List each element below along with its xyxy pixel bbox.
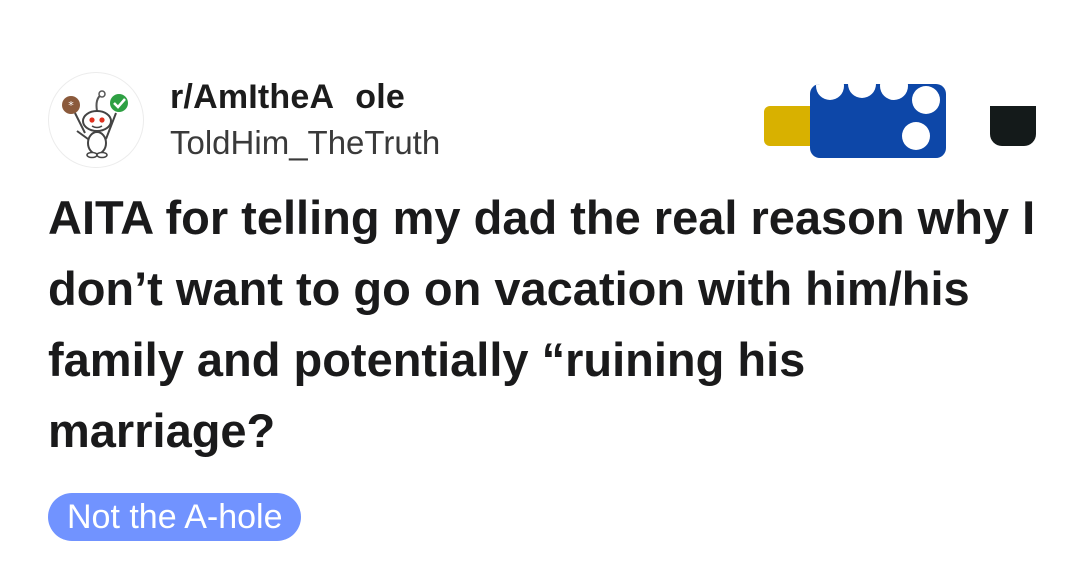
reddit-post-card: * r/AmItheA ole ToldHim_TheTruth AITA fo… [0,0,1080,562]
svg-text:*: * [68,99,74,112]
post-flair-badge: Not the A-hole [48,493,302,541]
blue-award-icon [810,84,946,158]
post-author[interactable]: ToldHim_TheTruth [170,124,440,162]
post-title[interactable]: AITA for telling my dad the real reason … [48,182,1038,466]
reddit-snoo-avatar-icon: * [62,90,128,159]
awards-row[interactable] [764,84,1054,164]
subreddit-name[interactable]: r/AmItheA ole [170,78,405,117]
dark-award-icon [990,106,1036,146]
subreddit-avatar[interactable]: * [48,72,144,168]
gold-award-icon [764,106,810,146]
